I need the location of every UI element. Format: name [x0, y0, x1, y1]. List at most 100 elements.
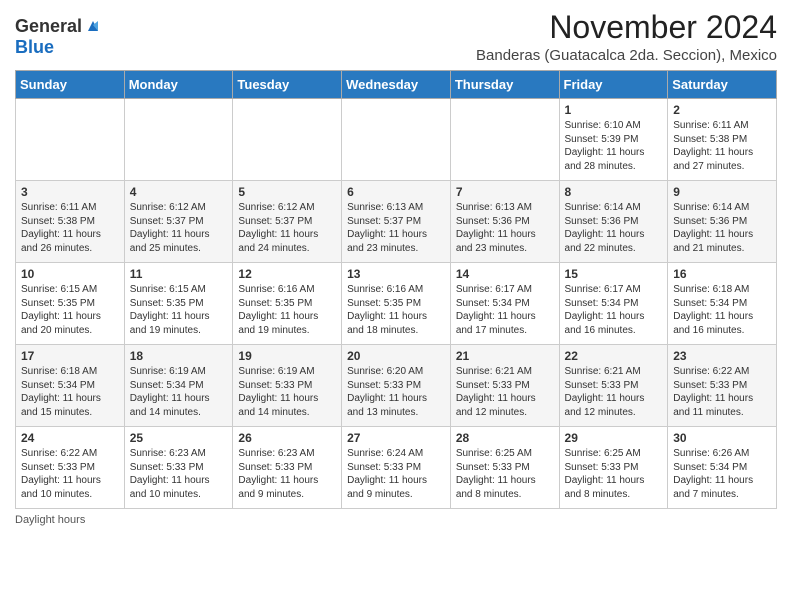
calendar-header-monday: Monday: [124, 71, 233, 99]
day-info: Sunrise: 6:25 AM Sunset: 5:33 PM Dayligh…: [456, 448, 536, 500]
day-info: Sunrise: 6:12 AM Sunset: 5:37 PM Dayligh…: [130, 202, 210, 254]
calendar-cell: 18Sunrise: 6:19 AM Sunset: 5:34 PM Dayli…: [124, 345, 233, 427]
day-info: Sunrise: 6:11 AM Sunset: 5:38 PM Dayligh…: [673, 120, 753, 172]
day-number: 12: [238, 267, 336, 281]
day-number: 21: [456, 349, 554, 363]
day-info: Sunrise: 6:18 AM Sunset: 5:34 PM Dayligh…: [673, 284, 753, 336]
day-number: 11: [130, 267, 228, 281]
day-number: 29: [565, 431, 663, 445]
day-info: Sunrise: 6:11 AM Sunset: 5:38 PM Dayligh…: [21, 202, 101, 254]
day-info: Sunrise: 6:13 AM Sunset: 5:37 PM Dayligh…: [347, 202, 427, 254]
calendar-cell: 12 Sunrise: 6:16 AM Sunset: 5:35 PM Dayli…: [233, 263, 342, 345]
calendar-cell: 25 Sunrise: 6:23 AM Sunset: 5:33 PM Dayli…: [124, 427, 233, 509]
calendar-cell: [124, 99, 233, 181]
day-info: Sunrise: 6:13 AM Sunset: 5:36 PM Dayligh…: [456, 202, 536, 254]
day-number: 28: [456, 431, 554, 445]
day-number: 4: [130, 185, 228, 199]
calendar-week-row: 17 Sunrise: 6:18 AM Sunset: 5:34 PM Dayli…: [16, 345, 777, 427]
day-info: Sunrise: 6:10 AM Sunset: 5:39 PM Dayligh…: [565, 120, 645, 172]
calendar-cell: 29 Sunrise: 6:25 AM Sunset: 5:33 PM Dayli…: [559, 427, 668, 509]
day-info: Sunrise: 6:22 AM Sunset: 5:33 PM Dayligh…: [673, 366, 753, 418]
day-info: Sunrise: 6:16 AM Sunset: 5:35 PM Dayligh…: [347, 284, 427, 336]
day-info: Sunrise: 6:15 AM Sunset: 5:35 PM Dayligh…: [21, 284, 101, 336]
day-number: 25: [130, 431, 228, 445]
day-info: Sunrise: 6:21 AM Sunset: 5:33 PM Dayligh…: [565, 366, 645, 418]
day-info: Sunrise: 6:15 AM Sunset: 5:35 PM Dayligh…: [130, 284, 210, 336]
day-info: Sunrise: 6:17 AM Sunset: 5:34 PM Dayligh…: [565, 284, 645, 336]
title-area: November 2024 Banderas (Guatacalca 2da. …: [476, 10, 777, 64]
calendar-cell: 17 Sunrise: 6:18 AM Sunset: 5:34 PM Dayli…: [16, 345, 125, 427]
calendar-cell: 5 Sunrise: 6:12 AM Sunset: 5:37 PM Daylig…: [233, 181, 342, 263]
calendar-header-saturday: Saturday: [668, 71, 777, 99]
calendar-cell: 30 Sunrise: 6:26 AM Sunset: 5:34 PM Dayli…: [668, 427, 777, 509]
day-number: 14: [456, 267, 554, 281]
logo-general-text: General: [15, 16, 82, 37]
calendar-week-row: 1 Sunrise: 6:10 AM Sunset: 5:39 PM Daylig…: [16, 99, 777, 181]
calendar-cell: [16, 99, 125, 181]
logo-icon: [84, 17, 102, 35]
day-number: 9: [673, 185, 771, 199]
day-info: Sunrise: 6:20 AM Sunset: 5:33 PM Dayligh…: [347, 366, 427, 418]
day-info: Sunrise: 6:12 AM Sunset: 5:37 PM Dayligh…: [238, 202, 318, 254]
calendar-cell: 11 Sunrise: 6:15 AM Sunset: 5:35 PM Dayli…: [124, 263, 233, 345]
day-number: 5: [238, 185, 336, 199]
day-info: Sunrise: 6:19 AM Sunset: 5:33 PM Dayligh…: [238, 366, 318, 418]
calendar-cell: 8 Sunrise: 6:14 AM Sunset: 5:36 PM Daylig…: [559, 181, 668, 263]
location-title: Banderas (Guatacalca 2da. Seccion), Mexi…: [476, 47, 777, 64]
calendar-cell: 6 Sunrise: 6:13 AM Sunset: 5:37 PM Daylig…: [342, 181, 451, 263]
day-info: Sunrise: 6:25 AM Sunset: 5:33 PM Dayligh…: [565, 448, 645, 500]
day-info: Sunrise: 6:14 AM Sunset: 5:36 PM Dayligh…: [565, 202, 645, 254]
calendar-cell: [233, 99, 342, 181]
day-number: 22: [565, 349, 663, 363]
day-number: 6: [347, 185, 445, 199]
day-info: Sunrise: 6:23 AM Sunset: 5:33 PM Dayligh…: [130, 448, 210, 500]
calendar-cell: 24Sunrise: 6:22 AM Sunset: 5:33 PM Dayli…: [16, 427, 125, 509]
day-info: Sunrise: 6:16 AM Sunset: 5:35 PM Dayligh…: [238, 284, 318, 336]
calendar-cell: 9 Sunrise: 6:14 AM Sunset: 5:36 PM Daylig…: [668, 181, 777, 263]
logo-blue-text: Blue: [15, 37, 54, 58]
calendar-header-tuesday: Tuesday: [233, 71, 342, 99]
calendar-cell: 23 Sunrise: 6:22 AM Sunset: 5:33 PM Dayli…: [668, 345, 777, 427]
month-title: November 2024: [476, 10, 777, 45]
day-info: Sunrise: 6:14 AM Sunset: 5:36 PM Dayligh…: [673, 202, 753, 254]
day-info: Sunrise: 6:19 AM Sunset: 5:34 PM Dayligh…: [130, 366, 210, 418]
calendar-cell: 28 Sunrise: 6:25 AM Sunset: 5:33 PM Dayli…: [450, 427, 559, 509]
calendar-cell: 3 Sunrise: 6:11 AM Sunset: 5:38 PM Daylig…: [16, 181, 125, 263]
calendar-header-sunday: Sunday: [16, 71, 125, 99]
logo: General Blue: [15, 16, 102, 58]
calendar-header-wednesday: Wednesday: [342, 71, 451, 99]
day-number: 19: [238, 349, 336, 363]
footer-note: Daylight hours: [15, 514, 777, 526]
calendar-cell: [342, 99, 451, 181]
calendar-cell: 21 Sunrise: 6:21 AM Sunset: 5:33 PM Dayli…: [450, 345, 559, 427]
day-number: 26: [238, 431, 336, 445]
day-number: 23: [673, 349, 771, 363]
calendar-cell: 10 Sunrise: 6:15 AM Sunset: 5:35 PM Dayli…: [16, 263, 125, 345]
day-info: Sunrise: 6:18 AM Sunset: 5:34 PM Dayligh…: [21, 366, 101, 418]
calendar-week-row: 24Sunrise: 6:22 AM Sunset: 5:33 PM Dayli…: [16, 427, 777, 509]
day-number: 3: [21, 185, 119, 199]
calendar-cell: 20 Sunrise: 6:20 AM Sunset: 5:33 PM Dayli…: [342, 345, 451, 427]
calendar-header-friday: Friday: [559, 71, 668, 99]
day-number: 20: [347, 349, 445, 363]
calendar-cell: 4 Sunrise: 6:12 AM Sunset: 5:37 PM Daylig…: [124, 181, 233, 263]
calendar-cell: 14 Sunrise: 6:17 AM Sunset: 5:34 PM Dayli…: [450, 263, 559, 345]
calendar-cell: 7 Sunrise: 6:13 AM Sunset: 5:36 PM Daylig…: [450, 181, 559, 263]
day-number: 16: [673, 267, 771, 281]
header: General Blue November 2024 Banderas (Gua…: [15, 10, 777, 64]
day-number: 13: [347, 267, 445, 281]
day-number: 30: [673, 431, 771, 445]
day-number: 8: [565, 185, 663, 199]
day-number: 7: [456, 185, 554, 199]
day-number: 1: [565, 103, 663, 117]
calendar-cell: 26Sunrise: 6:23 AM Sunset: 5:33 PM Dayli…: [233, 427, 342, 509]
day-number: 10: [21, 267, 119, 281]
day-info: Sunrise: 6:26 AM Sunset: 5:34 PM Dayligh…: [673, 448, 753, 500]
calendar-header-row: SundayMondayTuesdayWednesdayThursdayFrid…: [16, 71, 777, 99]
day-number: 17: [21, 349, 119, 363]
day-info: Sunrise: 6:17 AM Sunset: 5:34 PM Dayligh…: [456, 284, 536, 336]
calendar-cell: [450, 99, 559, 181]
calendar-cell: 15Sunrise: 6:17 AM Sunset: 5:34 PM Dayli…: [559, 263, 668, 345]
day-info: Sunrise: 6:21 AM Sunset: 5:33 PM Dayligh…: [456, 366, 536, 418]
day-number: 24: [21, 431, 119, 445]
